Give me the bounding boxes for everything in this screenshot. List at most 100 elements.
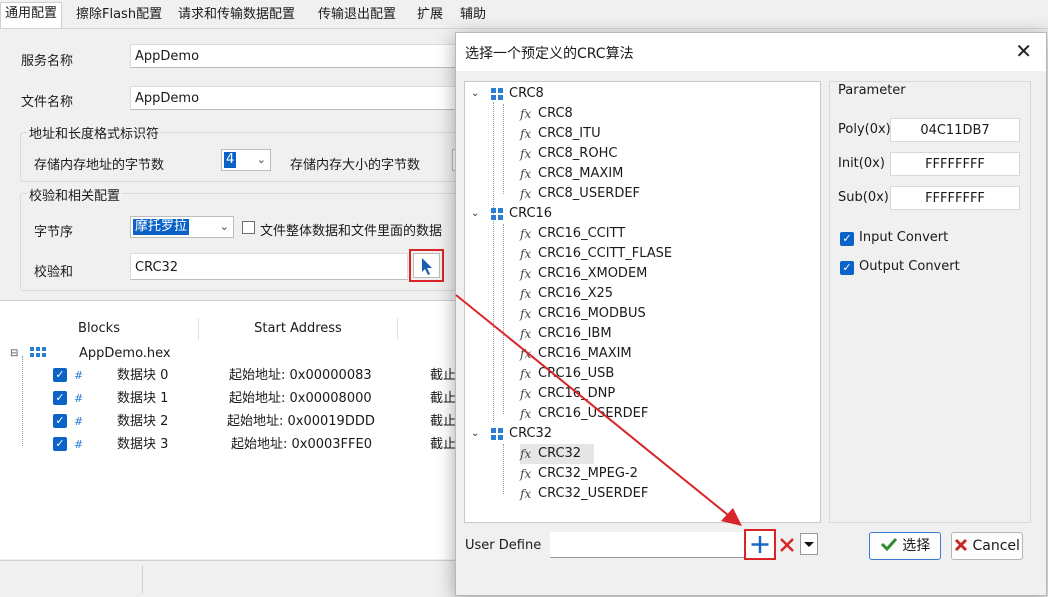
tree-group-crc32[interactable]: ⌄ CRC32: [471, 424, 591, 444]
whole-file-checkbox[interactable]: [242, 221, 255, 234]
byte-order-value: 摩托罗拉: [133, 219, 190, 235]
service-name-label: 服务名称: [21, 54, 74, 69]
plus-icon: [751, 536, 769, 553]
tab-request-transfer[interactable]: 请求和传输数据配置: [174, 4, 299, 26]
dialog-title: 选择一个预定义的CRC算法: [465, 46, 634, 62]
tree-item-crc16-x25[interactable]: fx CRC16_X25: [520, 284, 740, 304]
tree-item-crc16-modbus[interactable]: fx CRC16_MODBUS: [520, 304, 740, 324]
cancel-label: Cancel: [972, 538, 1020, 554]
sub-input[interactable]: FFFFFFFF: [890, 186, 1020, 210]
collapse-icon[interactable]: ⌄: [471, 84, 485, 104]
tree-item-crc8-userdef[interactable]: fx CRC8_USERDEF: [520, 184, 720, 204]
block-checkbox[interactable]: ✓: [53, 414, 67, 428]
tree-item-crc8-itu[interactable]: fx CRC8_ITU: [520, 124, 720, 144]
block-checkbox[interactable]: ✓: [53, 368, 67, 382]
block-name: 数据块 2: [117, 414, 169, 429]
table-row[interactable]: ✓ # 数据块 1 起始地址: 0x00008000 截止: [0, 387, 460, 410]
tree-item-crc16-xmodem[interactable]: fx CRC16_XMODEM: [520, 264, 740, 284]
tree-item-crc8-maxim[interactable]: fx CRC8_MAXIM: [520, 164, 720, 184]
tab-general[interactable]: 通用配置: [0, 2, 63, 28]
tree-group-label: CRC8: [509, 86, 544, 101]
user-define-input[interactable]: [550, 532, 745, 558]
whole-file-checkbox-label: 文件整体数据和文件里面的数据: [260, 224, 443, 239]
tree-item-crc16-ibm[interactable]: fx CRC16_IBM: [520, 324, 740, 344]
function-icon: fx: [520, 327, 532, 341]
chevron-down-icon: ⌄: [219, 220, 229, 233]
delete-button[interactable]: [777, 533, 797, 557]
checksum-group-title: 校验和相关配置: [27, 185, 123, 204]
tree-item-crc32-userdef[interactable]: fx CRC32_USERDEF: [520, 484, 740, 504]
column-blocks[interactable]: Blocks: [0, 318, 199, 340]
crc-select-dialog: 选择一个预定义的CRC算法 ✕ ⌄ CRC8 fx CRC8 fx CRC8_ITU…: [455, 32, 1047, 596]
block-icon: #: [74, 415, 84, 428]
close-icon[interactable]: ✕: [1015, 39, 1032, 63]
tree-item-label: CRC8: [538, 106, 573, 121]
service-name-input[interactable]: AppDemo: [130, 44, 460, 68]
block-start: 起始地址: 0x00008000: [229, 391, 372, 406]
byte-order-combo[interactable]: 摩托罗拉 ⌄: [130, 216, 234, 238]
tree-group-label: CRC16: [509, 206, 553, 221]
root-file-name: AppDemo.hex: [79, 346, 171, 361]
select-ok-button[interactable]: 选择: [869, 532, 941, 560]
block-icon: #: [74, 369, 84, 382]
checksum-select-button[interactable]: [413, 253, 440, 278]
column-start-address[interactable]: Start Address: [199, 318, 398, 340]
tree-item-crc16-dnp[interactable]: fx CRC16_DNP: [520, 384, 740, 404]
tab-bar: 通用配置 擦除Flash配置 请求和传输数据配置 传输退出配置 扩展 辅助: [0, 0, 1048, 29]
tab-assist[interactable]: 辅助: [456, 4, 490, 26]
init-input[interactable]: FFFFFFFF: [890, 152, 1020, 176]
block-checkbox[interactable]: ✓: [53, 391, 67, 405]
checksum-input[interactable]: CRC32: [130, 253, 408, 280]
dialog-titlebar: 选择一个预定义的CRC算法 ✕: [456, 33, 1046, 71]
tab-extension[interactable]: 扩展: [413, 4, 447, 26]
table-row[interactable]: ✓ # 数据块 3 起始地址: 0x0003FFE0 截止: [0, 433, 460, 456]
file-name-input[interactable]: AppDemo: [130, 86, 460, 110]
tree-connector: [493, 102, 494, 422]
tree-item-crc16-ccitt-flase[interactable]: fx CRC16_CCITT_FLASE: [520, 244, 740, 264]
delete-icon: [780, 538, 794, 552]
collapse-icon[interactable]: ⌄: [471, 204, 485, 224]
tree-item-label: CRC16_IBM: [538, 326, 612, 341]
tab-transfer-exit[interactable]: 传输退出配置: [314, 4, 400, 26]
poly-input[interactable]: 04C11DB7: [890, 118, 1020, 142]
tree-group-crc16[interactable]: ⌄ CRC16: [471, 204, 591, 224]
cursor-icon: [422, 258, 432, 275]
byte-order-label: 字节序: [34, 225, 74, 240]
check-icon: [880, 537, 897, 552]
function-icon: fx: [520, 267, 532, 281]
tree-item-crc32-mpeg2[interactable]: fx CRC32_MPEG-2: [520, 464, 740, 484]
status-bar: [0, 560, 460, 597]
address-bytes-combo[interactable]: 4 ⌄: [221, 149, 271, 171]
tree-group-label: CRC32: [509, 426, 553, 441]
table-row[interactable]: ✓ # 数据块 0 起始地址: 0x00000083 截止: [0, 364, 460, 387]
tree-item-crc16-userdef[interactable]: fx CRC16_USERDEF: [520, 404, 740, 424]
function-icon: fx: [520, 407, 532, 421]
tree-item-crc16-maxim[interactable]: fx CRC16_MAXIM: [520, 344, 740, 364]
output-convert-checkbox[interactable]: ✓: [840, 261, 854, 275]
block-checkbox[interactable]: ✓: [53, 437, 67, 451]
function-icon: fx: [520, 227, 532, 241]
checksum-label: 校验和: [34, 265, 74, 280]
tree-item-crc16-ccitt[interactable]: fx CRC16_CCITT: [520, 224, 740, 244]
collapse-icon[interactable]: ⊟: [10, 342, 18, 365]
table-row[interactable]: ✓ # 数据块 2 起始地址: 0x00019DDD 截止: [0, 410, 460, 433]
group-icon: [491, 88, 503, 100]
parameter-panel: Parameter Poly(0x) 04C11DB7 Init(0x) FFF…: [829, 81, 1031, 523]
input-convert-checkbox[interactable]: ✓: [840, 232, 854, 246]
input-convert-label: Input Convert: [859, 230, 949, 245]
tab-erase-flash[interactable]: 擦除Flash配置: [72, 4, 166, 26]
tree-group-crc8[interactable]: ⌄ CRC8: [471, 84, 591, 104]
tree-root-row[interactable]: ⊟ AppDemo.hex: [0, 342, 460, 365]
block-end: 截止: [430, 391, 457, 406]
tree-item-crc8[interactable]: fx CRC8: [520, 104, 720, 124]
add-button[interactable]: [744, 529, 776, 560]
tree-item-crc32-selected[interactable]: fx CRC32: [520, 444, 594, 464]
user-define-dropdown[interactable]: [800, 533, 818, 555]
status-divider: [142, 565, 143, 593]
tree-item-crc16-usb[interactable]: fx CRC16_USB: [520, 364, 740, 384]
collapse-icon[interactable]: ⌄: [471, 424, 485, 444]
tree-item-label: CRC16_CCITT: [538, 226, 626, 241]
block-start: 起始地址: 0x00019DDD: [227, 414, 375, 429]
cancel-button[interactable]: Cancel: [951, 532, 1023, 560]
tree-item-crc8-rohc[interactable]: fx CRC8_ROHC: [520, 144, 720, 164]
